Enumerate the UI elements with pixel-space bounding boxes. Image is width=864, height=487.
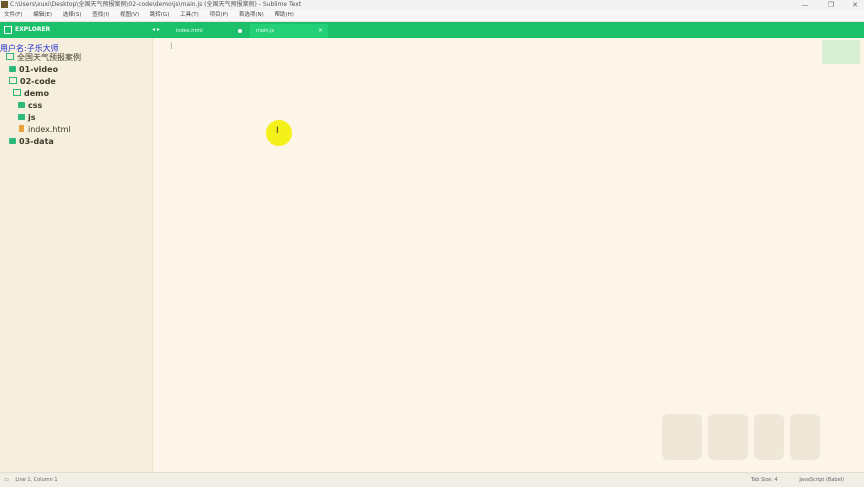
unsaved-dot-icon	[238, 29, 242, 33]
minimap-viewport[interactable]	[822, 40, 860, 64]
status-panel-icon[interactable]: ▭	[4, 477, 9, 483]
tab-main-js[interactable]: main.js ×	[250, 24, 328, 38]
menu-selection[interactable]: 选择(S)	[63, 10, 82, 21]
html-file-icon	[19, 125, 24, 132]
menu-preferences[interactable]: 首选项(N)	[239, 10, 264, 21]
tab-close-icon[interactable]: ×	[318, 24, 323, 38]
menu-view[interactable]: 视图(V)	[120, 10, 139, 21]
tree-item-03-data[interactable]: 03-data	[9, 136, 54, 148]
explorer-header: EXPLORER	[4, 22, 50, 38]
tree-item-js[interactable]: js	[18, 112, 36, 124]
tree-item-demo[interactable]: demo	[13, 88, 49, 100]
tree-item-01-video[interactable]: 01-video	[9, 64, 58, 76]
sidebar: 全国天气预报案例 01-video 02-code demo css js in…	[0, 38, 153, 472]
tree-item-02-code[interactable]: 02-code	[9, 76, 56, 88]
folder-open-icon	[9, 77, 17, 84]
maximize-button[interactable]: ❐	[824, 0, 838, 10]
folder-icon	[9, 137, 16, 144]
window-title: C:\Users\xuxi\Desktop\全国天气预报案例\02-code\d…	[10, 1, 302, 8]
folder-icon	[9, 65, 16, 72]
menu-edit[interactable]: 编辑(E)	[33, 10, 52, 21]
status-position: Line 1, Column 1	[15, 477, 58, 483]
menu-file[interactable]: 文件(F)	[4, 10, 22, 21]
tab-label: index.html	[176, 28, 203, 34]
status-tab-size[interactable]: Tab Size: 4	[751, 477, 778, 483]
menu-project[interactable]: 项目(P)	[210, 10, 229, 21]
folder-open-icon	[13, 89, 21, 96]
editor-area[interactable]	[153, 38, 864, 472]
text-caret: I	[170, 42, 173, 52]
menu-bar: 文件(F) 编辑(E) 选择(S) 查找(I) 视图(V) 跳转(G) 工具(T…	[0, 10, 864, 22]
username-overlay: 用户名:子乐大师	[0, 44, 59, 53]
tab-header: EXPLORER ◂ ▸ index.html main.js ×	[0, 22, 864, 38]
status-bar: ▭ Line 1, Column 1 Tab Size: 4 JavaScrip…	[0, 472, 864, 487]
sublime-app-icon	[1, 1, 8, 8]
menu-tools[interactable]: 工具(T)	[180, 10, 199, 21]
menu-find[interactable]: 查找(I)	[92, 10, 109, 21]
tab-nav-arrows[interactable]: ◂ ▸	[152, 22, 160, 38]
close-button[interactable]: ✕	[848, 0, 862, 10]
folder-icon	[18, 101, 25, 108]
tab-index-html[interactable]: index.html	[172, 24, 248, 38]
text-cursor-icon: I	[276, 126, 279, 136]
menu-goto[interactable]: 跳转(G)	[150, 10, 170, 21]
tree-item-index-html[interactable]: index.html	[19, 124, 71, 136]
title-bar: C:\Users\xuxi\Desktop\全国天气预报案例\02-code\d…	[0, 0, 864, 10]
menu-help[interactable]: 帮助(H)	[275, 10, 294, 21]
tab-label: main.js	[256, 28, 275, 34]
status-syntax[interactable]: JavaScript (Babel)	[799, 477, 844, 483]
explorer-icon	[4, 25, 12, 34]
minimize-button[interactable]: —	[798, 0, 812, 10]
explorer-label: EXPLORER	[15, 26, 51, 33]
folder-icon	[18, 113, 25, 120]
folder-open-icon	[6, 53, 14, 60]
mouse-cursor-highlight	[266, 120, 292, 146]
tree-item-css[interactable]: css	[18, 100, 42, 112]
logo-watermark	[662, 414, 820, 460]
